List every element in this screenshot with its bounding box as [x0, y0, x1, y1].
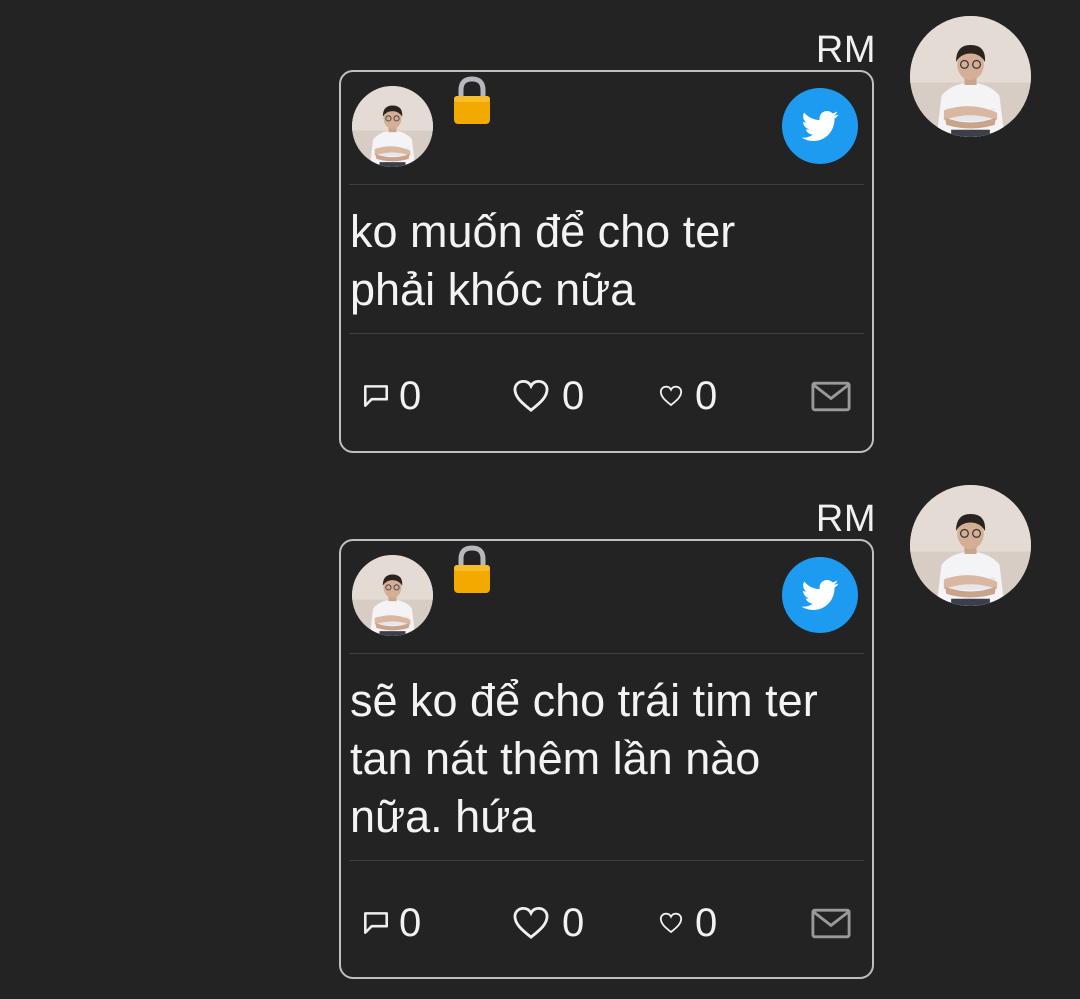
- tweet-text: sẽ ko để cho trái tim ter tan nát thêm l…: [350, 675, 818, 842]
- tweet-author-avatar[interactable]: [352, 86, 433, 167]
- small-heart-count: 0: [695, 374, 718, 418]
- comment-icon: [361, 381, 391, 411]
- twitter-bird-icon[interactable]: [782, 557, 858, 633]
- mail-action[interactable]: [811, 372, 851, 420]
- sender-name: RM: [815, 498, 876, 540]
- heart-icon: [512, 379, 550, 413]
- tweet-actions: 0 0 0: [341, 861, 872, 977]
- comment-action[interactable]: 0: [361, 899, 421, 947]
- tweet-card-header: [341, 541, 872, 653]
- small-heart-icon: [659, 912, 683, 934]
- twitter-bird-icon[interactable]: [782, 88, 858, 164]
- mail-icon: [811, 381, 851, 412]
- sender-avatar[interactable]: [910, 16, 1031, 137]
- like-action[interactable]: 0: [512, 899, 584, 947]
- tweet-text: ko muốn để cho ter phải khóc nữa: [350, 206, 736, 315]
- heart-icon: [512, 906, 550, 940]
- lock-icon: [452, 545, 492, 595]
- mail-action[interactable]: [811, 899, 851, 947]
- comment-count: 0: [399, 374, 422, 418]
- like-count: 0: [562, 374, 585, 418]
- like-action[interactable]: 0: [512, 372, 584, 420]
- small-heart-action[interactable]: 0: [659, 899, 717, 947]
- sender-name: RM: [815, 29, 876, 71]
- sender-avatar[interactable]: [910, 485, 1031, 606]
- tweet-author-avatar[interactable]: [352, 555, 433, 636]
- mail-icon: [811, 908, 851, 939]
- lock-icon: [452, 76, 492, 126]
- comment-icon: [361, 908, 391, 938]
- tweet-actions: 0 0 0: [341, 334, 872, 450]
- comment-count: 0: [399, 901, 422, 945]
- small-heart-action[interactable]: 0: [659, 372, 717, 420]
- comment-action[interactable]: 0: [361, 372, 421, 420]
- like-count: 0: [562, 901, 585, 945]
- small-heart-icon: [659, 385, 683, 407]
- small-heart-count: 0: [695, 901, 718, 945]
- tweet-card[interactable]: sẽ ko để cho trái tim ter tan nát thêm l…: [339, 539, 874, 979]
- tweet-card-header: [341, 72, 872, 184]
- tweet-card[interactable]: ko muốn để cho ter phải khóc nữa 0 0 0: [339, 70, 874, 453]
